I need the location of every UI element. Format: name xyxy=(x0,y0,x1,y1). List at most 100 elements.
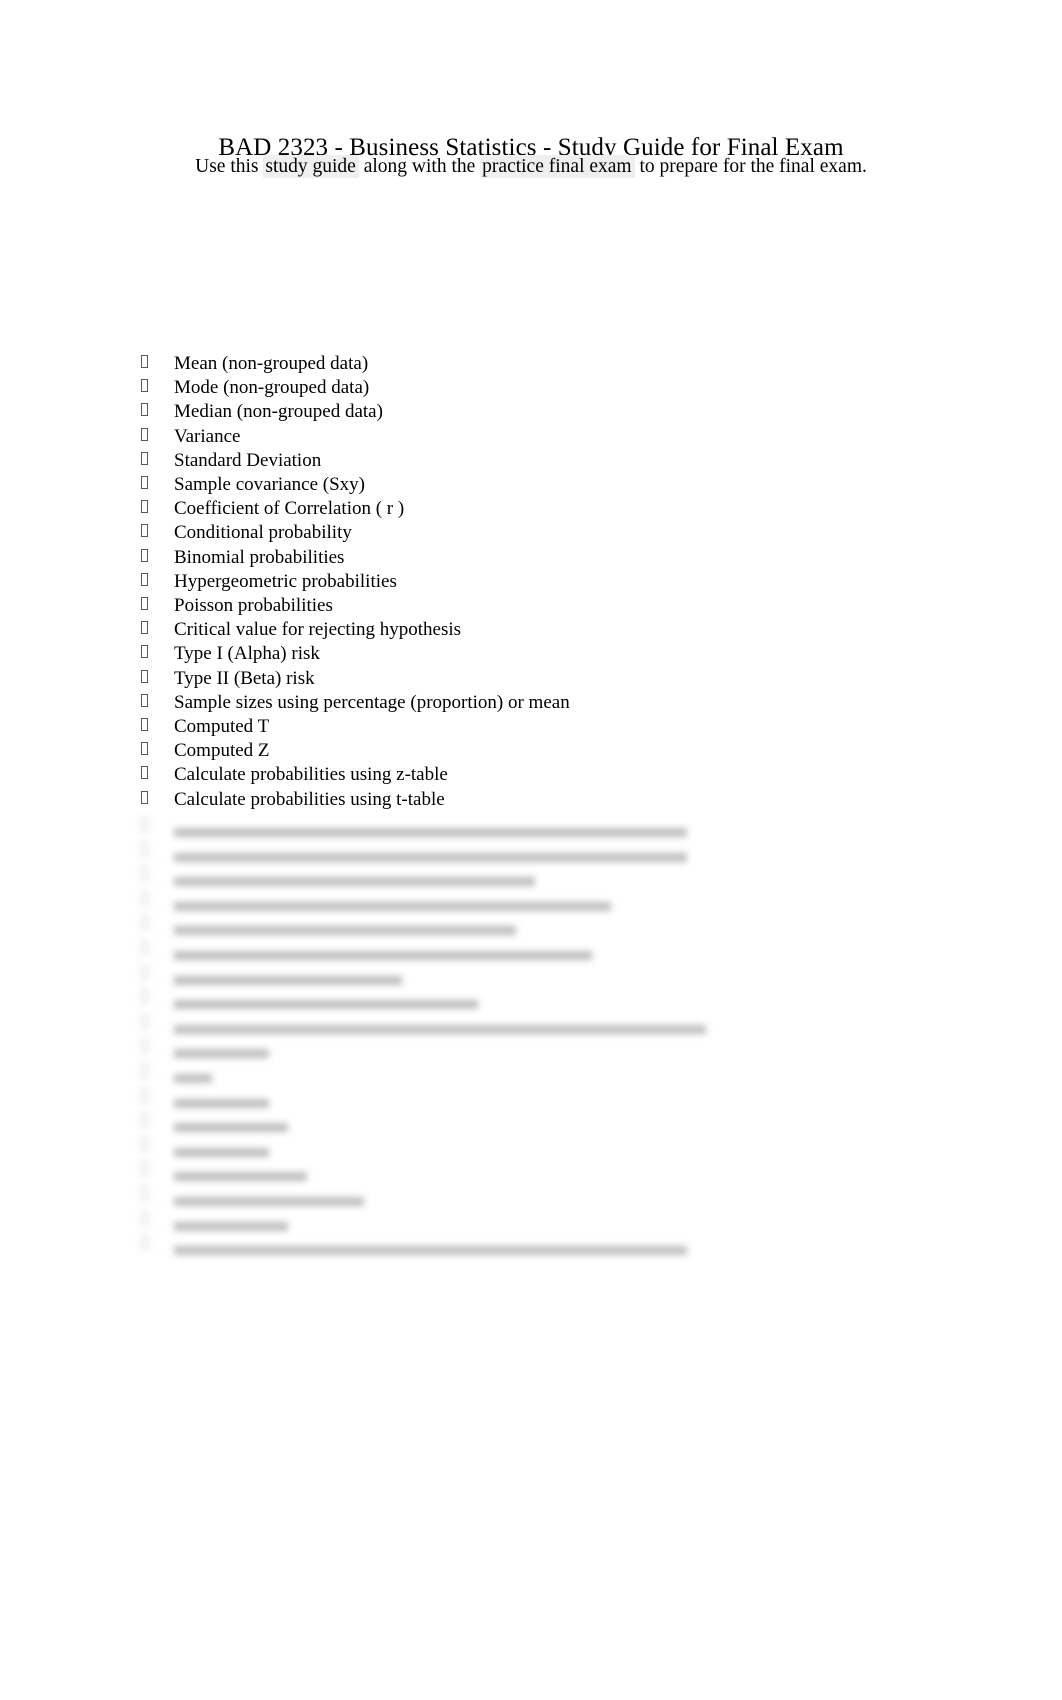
redacted-line xyxy=(141,1110,931,1135)
redacted-line xyxy=(141,1086,931,1111)
redacted-line-text xyxy=(174,1061,212,1086)
missing-glyph-box-icon xyxy=(141,818,148,831)
missing-glyph-box-icon xyxy=(141,693,148,707)
list-item: Sample covariance (Sxy) xyxy=(141,473,921,497)
list-item-label: Computed T xyxy=(174,716,270,738)
missing-glyph-box-icon xyxy=(141,355,148,368)
redacted-line xyxy=(141,1184,931,1209)
redacted-text-block xyxy=(141,815,931,1258)
list-item-label: Mode (non-grouped data) xyxy=(174,377,370,399)
missing-glyph-box-icon xyxy=(141,476,148,490)
redacted-line xyxy=(141,864,931,889)
list-item-label: Critical value for rejecting hypothesis xyxy=(174,619,462,641)
list-item-label: Poisson probabilities xyxy=(174,595,333,617)
list-item-label: Type II (Beta) risk xyxy=(174,667,315,689)
list-item: Median (non-grouped data) xyxy=(141,400,921,424)
redacted-line xyxy=(141,1233,931,1258)
redacted-line xyxy=(141,1036,931,1061)
missing-glyph-box-icon xyxy=(141,790,148,804)
redacted-line-text xyxy=(174,1110,288,1135)
missing-glyph-box-icon xyxy=(141,427,148,441)
list-item: Binomial probabilities xyxy=(141,546,921,570)
redacted-line xyxy=(141,1012,931,1037)
missing-glyph-box-icon xyxy=(141,1236,148,1250)
missing-glyph-box-icon xyxy=(141,1063,148,1077)
missing-glyph-box-icon xyxy=(141,524,148,538)
missing-glyph-box-icon xyxy=(141,965,148,979)
missing-glyph-box-icon xyxy=(141,379,148,393)
missing-glyph-box-icon xyxy=(141,669,148,683)
list-item-label: Sample sizes using percentage (proportio… xyxy=(174,691,570,713)
missing-glyph-box-icon xyxy=(141,1014,148,1028)
missing-glyph-box-icon xyxy=(141,597,148,611)
redacted-line xyxy=(141,963,931,988)
redacted-line-text xyxy=(174,987,478,1012)
redacted-line xyxy=(141,913,931,938)
redacted-line-text xyxy=(174,864,535,889)
redacted-line-text xyxy=(174,1233,687,1258)
list-item: Mode (non-grouped data) xyxy=(141,376,921,400)
list-item: Hypergeometric probabilities xyxy=(141,570,921,594)
subtitle-text-tail: to prepare for the final exam. xyxy=(634,156,867,177)
redacted-line-text xyxy=(174,889,611,914)
redacted-line xyxy=(141,889,931,914)
redacted-line xyxy=(141,840,931,865)
redacted-line-text xyxy=(174,1209,288,1234)
list-item: Sample sizes using percentage (proportio… xyxy=(141,691,921,715)
document-subtitle: Use this study guide along with the prac… xyxy=(0,154,1062,179)
redacted-line-text xyxy=(174,1184,364,1209)
missing-glyph-box-icon xyxy=(141,621,148,635)
missing-glyph-box-icon xyxy=(141,940,148,954)
redacted-line xyxy=(141,1159,931,1184)
list-item: Mean (non-grouped data) xyxy=(141,352,921,376)
list-item-label: Median (non-grouped data) xyxy=(174,401,383,423)
list-item-label: Sample covariance (Sxy) xyxy=(174,474,365,496)
redacted-line xyxy=(141,987,931,1012)
missing-glyph-box-icon xyxy=(141,1113,148,1127)
redacted-line-text xyxy=(174,963,402,988)
missing-glyph-box-icon xyxy=(141,867,148,881)
list-item-label: Calculate probabilities using t-table xyxy=(174,788,445,810)
list-item-label: Conditional probability xyxy=(174,522,352,544)
list-item: Poisson probabilities xyxy=(141,594,921,618)
list-item-label: Variance xyxy=(174,425,241,447)
missing-glyph-box-icon xyxy=(141,1088,148,1102)
subtitle-text-lead: Use this xyxy=(195,156,264,177)
list-item: Computed T xyxy=(141,715,921,739)
list-item-label: Computed Z xyxy=(174,740,270,762)
missing-glyph-box-icon xyxy=(141,842,148,856)
list-item-label: Mean (non-grouped data) xyxy=(174,353,369,374)
missing-glyph-box-icon xyxy=(141,891,148,905)
missing-glyph-box-icon xyxy=(141,572,148,586)
list-item: Calculate probabilities using t-table xyxy=(141,788,921,812)
list-item-label: Coefficient of Correlation ( r ) xyxy=(174,498,405,520)
study-topics-list: Mean (non-grouped data) Mode (non-grouped… xyxy=(141,352,921,812)
missing-glyph-box-icon xyxy=(141,1162,148,1176)
missing-glyph-box-icon xyxy=(141,500,148,514)
practice-final-exam-link[interactable]: practice final exam xyxy=(480,155,635,178)
redacted-line-text xyxy=(174,913,516,938)
list-item: Calculate probabilities using z-table xyxy=(141,763,921,787)
list-item: Type I (Alpha) risk xyxy=(141,642,921,666)
list-item: Critical value for rejecting hypothesis xyxy=(141,618,921,642)
list-item: Computed Z xyxy=(141,739,921,763)
list-item-label: Type I (Alpha) risk xyxy=(174,643,320,665)
redacted-line-text xyxy=(174,1135,269,1160)
list-item-label: Standard Deviation xyxy=(174,449,322,471)
missing-glyph-box-icon xyxy=(141,548,148,562)
study-guide-link[interactable]: study guide xyxy=(263,155,359,178)
missing-glyph-box-icon xyxy=(141,1039,148,1053)
redacted-line-text xyxy=(174,938,592,963)
redacted-line-text xyxy=(174,1036,269,1061)
redacted-line-text xyxy=(174,1086,269,1111)
document-page: BAD 2323 - Business Statistics - Study G… xyxy=(0,0,1062,1700)
list-item: Variance xyxy=(141,425,921,449)
missing-glyph-box-icon xyxy=(141,916,148,930)
subtitle-text-middle: along with the xyxy=(358,156,481,177)
redacted-line xyxy=(141,815,931,840)
list-item: Type II (Beta) risk xyxy=(141,667,921,691)
list-item-label: Hypergeometric probabilities xyxy=(174,570,397,592)
redacted-line-text xyxy=(174,815,687,840)
missing-glyph-box-icon xyxy=(141,718,148,732)
list-item-label: Calculate probabilities using z-table xyxy=(174,764,448,786)
